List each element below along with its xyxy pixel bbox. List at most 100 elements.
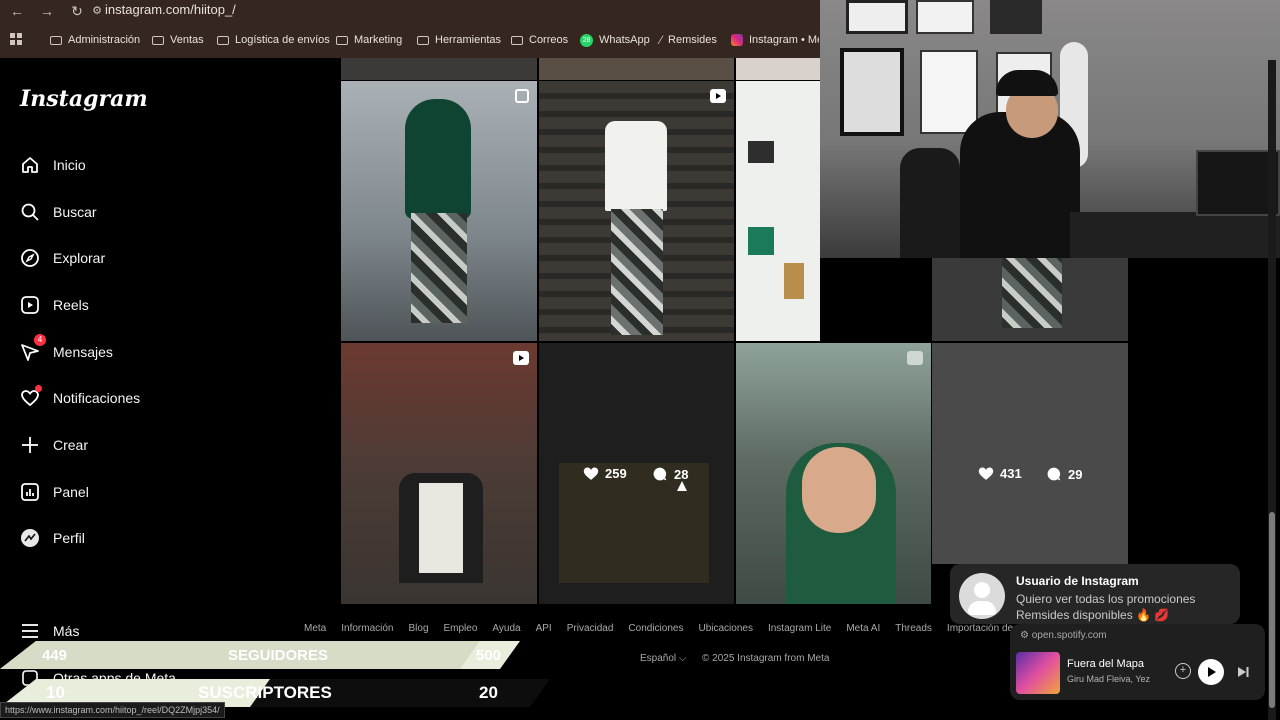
carousel-icon bbox=[515, 89, 529, 103]
instagram-logo[interactable]: Instagram bbox=[20, 86, 148, 112]
like-icon bbox=[978, 467, 994, 480]
dashboard-icon bbox=[20, 482, 40, 502]
streamer bbox=[996, 70, 1058, 96]
bookmark-administracion[interactable]: Administración bbox=[50, 31, 140, 49]
post-likes: 431 bbox=[978, 466, 1022, 481]
next-track-icon[interactable] bbox=[1236, 665, 1250, 684]
nav-reels[interactable]: Reels bbox=[20, 291, 89, 319]
folder-icon bbox=[417, 35, 429, 45]
status-bar-url: https://www.instagram.com/hiitop_/reel/D… bbox=[0, 702, 225, 718]
plus-icon bbox=[20, 435, 40, 455]
footer-link[interactable]: Meta AI bbox=[846, 623, 880, 637]
post-thumbnail[interactable] bbox=[539, 58, 734, 80]
reels-icon bbox=[20, 295, 40, 315]
post-thumbnail[interactable] bbox=[341, 58, 537, 80]
avatar-icon bbox=[20, 528, 40, 548]
nav-panel[interactable]: Panel bbox=[20, 478, 89, 506]
language-select[interactable]: Español ⌵ bbox=[640, 653, 687, 664]
back-icon[interactable]: ← bbox=[8, 2, 26, 20]
nav-crear[interactable]: Crear bbox=[20, 431, 88, 459]
folder-icon bbox=[50, 35, 62, 45]
footer-link[interactable]: Condiciones bbox=[628, 623, 683, 637]
post-photo-figure bbox=[1002, 258, 1062, 328]
message-notification[interactable]: Usuario de Instagram Quiero ver todas lo… bbox=[950, 564, 1240, 624]
album-art bbox=[1016, 652, 1060, 694]
whatsapp-icon: 28 bbox=[580, 33, 593, 47]
bookmark-ventas[interactable]: Ventas bbox=[152, 31, 204, 49]
folder-icon bbox=[217, 35, 229, 45]
bookmark-correos[interactable]: Correos bbox=[511, 31, 568, 49]
heart-icon bbox=[20, 385, 42, 408]
reel-icon bbox=[907, 351, 923, 365]
office-chair bbox=[900, 148, 960, 258]
notification-dot bbox=[35, 385, 42, 392]
post-thumbnail[interactable] bbox=[539, 81, 734, 341]
footer-link[interactable]: Empleo bbox=[444, 623, 478, 637]
post-thumbnail[interactable] bbox=[736, 81, 820, 341]
add-icon[interactable]: + bbox=[1175, 663, 1191, 679]
comment-icon bbox=[1047, 467, 1061, 481]
followers-current: 449 bbox=[42, 646, 68, 664]
wall-frame bbox=[920, 50, 978, 134]
home-icon bbox=[20, 155, 40, 175]
hover-overlay bbox=[539, 343, 734, 604]
footer-link[interactable]: Meta bbox=[304, 623, 326, 637]
post-thumbnail[interactable] bbox=[341, 81, 537, 341]
post-photo-figure bbox=[605, 121, 667, 211]
avatar-body bbox=[968, 601, 996, 615]
mouse-cursor bbox=[677, 481, 687, 491]
post-photo-figure bbox=[411, 213, 467, 323]
nav-explorar[interactable]: Explorar bbox=[20, 244, 105, 272]
footer-links: Meta Información Blog Empleo Ayuda API P… bbox=[304, 623, 1024, 637]
reload-icon[interactable]: ↻ bbox=[68, 2, 86, 20]
subscribers-goal: 20 bbox=[479, 683, 498, 702]
notification-title: Usuario de Instagram bbox=[1016, 574, 1139, 588]
footer-link[interactable]: Instagram Lite bbox=[768, 623, 831, 637]
messenger-icon: 4 bbox=[20, 334, 46, 362]
footer-link[interactable]: Ayuda bbox=[492, 623, 520, 637]
footer-link[interactable]: Información bbox=[341, 623, 393, 637]
footer-link[interactable]: Blog bbox=[408, 623, 428, 637]
bookmark-logistica[interactable]: Logística de envíos bbox=[217, 31, 330, 49]
post-photo-figure bbox=[611, 209, 663, 335]
post-thumbnail-hovered[interactable]: 431 29 bbox=[932, 343, 1128, 564]
post-thumbnail-hovered[interactable]: 259 28 bbox=[539, 343, 734, 604]
post-photo-figure bbox=[419, 483, 463, 573]
nav-mensajes[interactable]: 4 Mensajes bbox=[20, 334, 113, 366]
footer-link[interactable]: Threads bbox=[895, 623, 932, 637]
post-thumbnail[interactable] bbox=[932, 258, 1128, 341]
apps-grid-icon[interactable] bbox=[10, 33, 22, 45]
forward-icon[interactable]: → bbox=[38, 2, 56, 20]
notification-body: Quiero ver todas los promociones Remside… bbox=[1016, 592, 1196, 622]
footer-link[interactable]: API bbox=[536, 623, 552, 637]
hamburger-icon bbox=[20, 621, 40, 641]
post-thumbnail[interactable] bbox=[736, 58, 820, 80]
nav-inicio[interactable]: Inicio bbox=[20, 151, 86, 179]
footer-link[interactable]: Ubicaciones bbox=[698, 623, 752, 637]
reel-icon bbox=[513, 351, 529, 365]
post-photo-figure bbox=[802, 447, 876, 533]
nav-notificaciones[interactable]: Notificaciones bbox=[20, 384, 140, 412]
post-thumbnail[interactable] bbox=[736, 343, 931, 604]
folder-icon bbox=[152, 35, 164, 45]
nav-perfil[interactable]: Perfil bbox=[20, 524, 85, 552]
scrollbar-thumb[interactable] bbox=[1269, 512, 1275, 708]
post-photo-figure bbox=[748, 227, 774, 255]
bookmark-remsides[interactable]: ⁄ Remsides bbox=[660, 31, 717, 49]
wall-frame bbox=[846, 0, 908, 34]
bookmark-herramientas[interactable]: Herramientas bbox=[417, 31, 501, 49]
post-thumbnail[interactable] bbox=[341, 343, 537, 604]
nav-buscar[interactable]: Buscar bbox=[20, 198, 97, 226]
footer-link[interactable]: Privacidad bbox=[567, 623, 614, 637]
bookmark-instagram[interactable]: Instagram • Mensajes bbox=[731, 31, 819, 49]
bookmark-whatsapp[interactable]: 28 WhatsApp bbox=[580, 31, 650, 49]
desk bbox=[1070, 212, 1280, 258]
site-settings-icon[interactable]: ⚙ bbox=[88, 2, 106, 20]
chevron-down-icon: ⌵ bbox=[678, 653, 687, 664]
bookmark-marketing[interactable]: Marketing bbox=[336, 31, 402, 49]
wall-frame bbox=[916, 0, 974, 34]
followers-label: SEGUIDORES bbox=[228, 646, 329, 664]
play-button[interactable] bbox=[1198, 659, 1224, 685]
folder-icon bbox=[511, 35, 523, 45]
url-field[interactable]: instagram.com/hiitop_/ bbox=[105, 0, 236, 20]
